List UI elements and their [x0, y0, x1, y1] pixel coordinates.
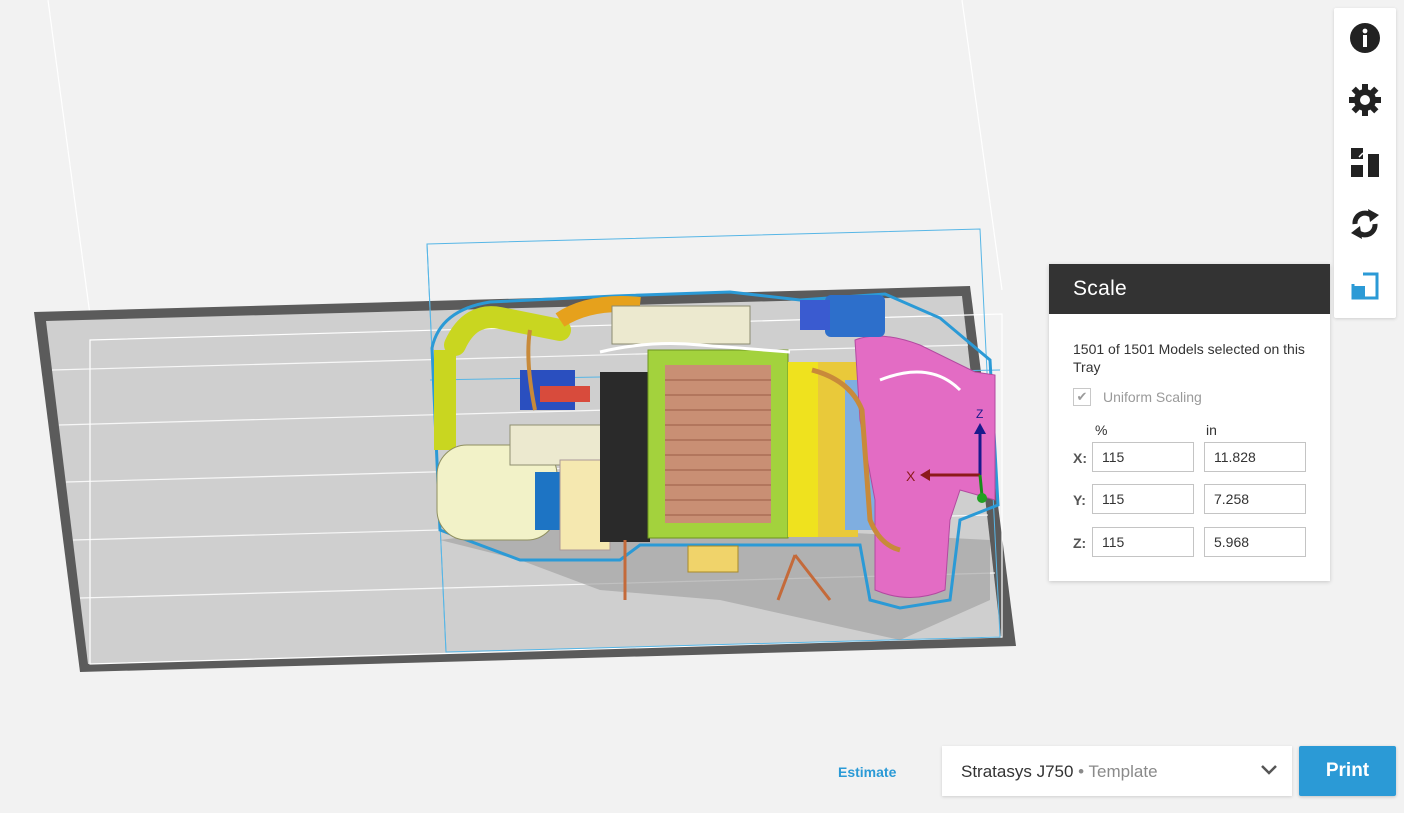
x-percent-input[interactable]	[1092, 442, 1194, 472]
info-icon	[1350, 23, 1380, 53]
printer-name: Stratasys J750	[961, 762, 1074, 781]
rotate-icon	[1351, 209, 1379, 239]
gear-icon	[1349, 84, 1381, 116]
z-size-input[interactable]	[1204, 527, 1306, 557]
print-button[interactable]: Print	[1299, 746, 1396, 796]
scale-icon	[1349, 270, 1379, 300]
scale-panel-title: Scale	[1049, 264, 1330, 314]
percent-column-header: %	[1095, 422, 1108, 438]
arrange-icon	[1351, 148, 1379, 177]
printer-select-value: Stratasys J750 • Template	[961, 762, 1158, 782]
uniform-scaling-checkbox[interactable]: ✔	[1073, 388, 1091, 406]
uniform-scaling-row[interactable]: ✔ Uniform Scaling	[1073, 388, 1202, 406]
arrange-button[interactable]	[1343, 140, 1387, 184]
info-button[interactable]	[1343, 16, 1387, 60]
gizmo-z-label: Z	[976, 407, 983, 421]
scale-button[interactable]	[1343, 264, 1387, 308]
x-size-input[interactable]	[1204, 442, 1306, 472]
gizmo-x-label: X	[906, 468, 916, 484]
side-toolbar	[1334, 8, 1396, 318]
y-size-input[interactable]	[1204, 484, 1306, 514]
z-axis-label: Z:	[1073, 535, 1087, 551]
printer-select[interactable]: Stratasys J750 • Template	[942, 746, 1292, 796]
y-percent-input[interactable]	[1092, 484, 1194, 514]
chevron-down-icon	[1261, 765, 1277, 775]
unit-column-header: in	[1206, 422, 1217, 438]
selection-count-text: 1501 of 1501 Models selected on this Tra…	[1073, 341, 1305, 375]
build-volume-frame	[47, 0, 1003, 316]
checkmark-icon: ✔	[1076, 389, 1088, 404]
y-axis-label: Y:	[1073, 492, 1086, 508]
settings-button[interactable]	[1343, 78, 1387, 122]
estimate-link[interactable]: Estimate	[838, 764, 896, 780]
uniform-scaling-label: Uniform Scaling	[1103, 389, 1202, 405]
scale-panel: Scale 1501 of 1501 Models selected on th…	[1049, 264, 1330, 581]
printer-mode: Template	[1088, 762, 1158, 781]
printer-separator: •	[1073, 762, 1089, 781]
x-axis-label: X:	[1073, 450, 1087, 466]
rotate-button[interactable]	[1343, 202, 1387, 246]
z-percent-input[interactable]	[1092, 527, 1194, 557]
